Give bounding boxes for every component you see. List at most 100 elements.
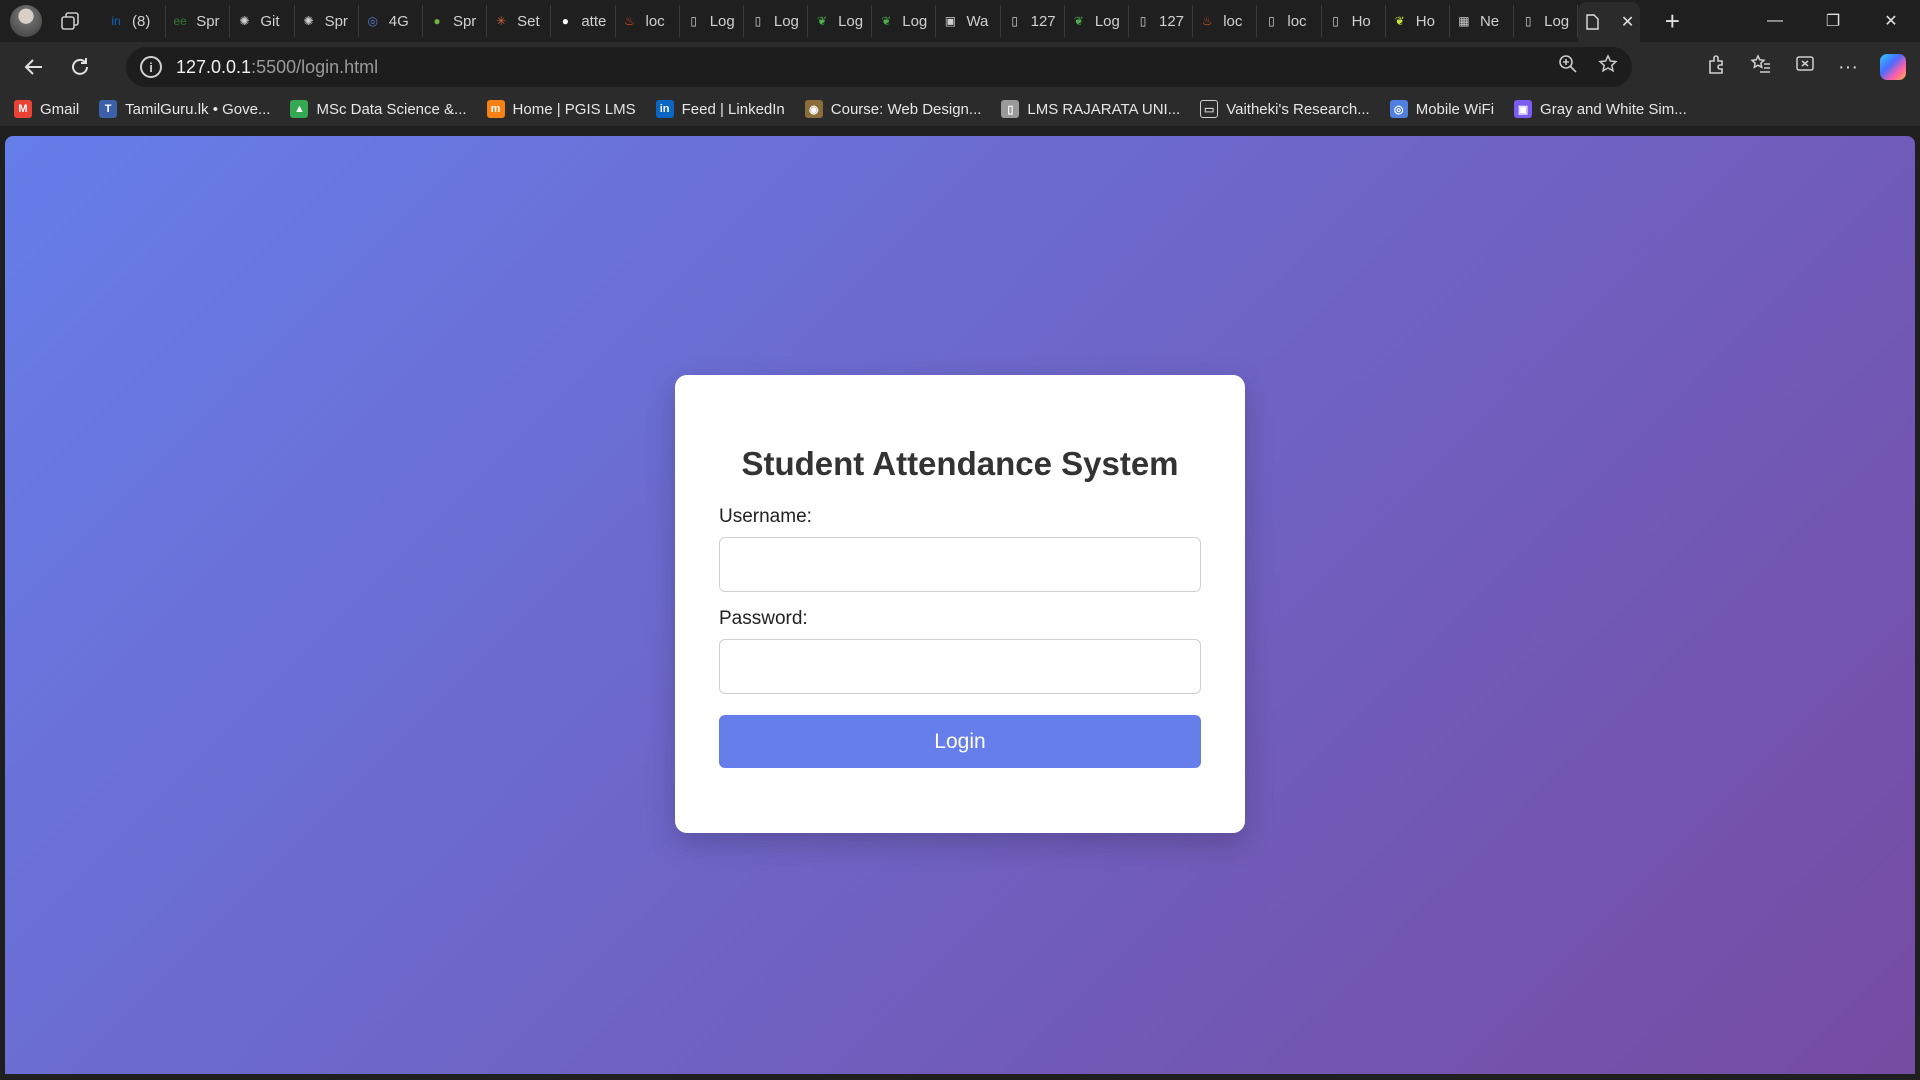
profile-avatar[interactable]: [10, 5, 42, 37]
tab[interactable]: ▯ loc: [1257, 5, 1322, 37]
tab[interactable]: ▯ Log: [744, 5, 809, 37]
document-icon: ▯: [1001, 100, 1020, 118]
tab-label: Spr: [324, 12, 348, 30]
claude-asterisk-icon: ✳: [496, 14, 507, 28]
tab-label: Log: [709, 12, 735, 30]
tab-label: Log: [1094, 12, 1120, 30]
tab[interactable]: ▯ 127: [1001, 5, 1065, 37]
spring-leaf-icon: ●: [433, 14, 441, 28]
favorite-star-icon[interactable]: [1598, 54, 1618, 80]
university-crest-icon: ◉: [804, 100, 823, 118]
edge-circle-icon: ◎: [367, 14, 378, 28]
bookmark-item[interactable]: ▲ MSc Data Science &...: [290, 100, 467, 118]
tab-label: loc: [1287, 12, 1307, 30]
copilot-icon[interactable]: [1880, 54, 1906, 80]
toolbar-right: ···: [1706, 47, 1906, 87]
openai-icon: ✺: [303, 14, 314, 28]
address-bar-actions: [1558, 54, 1618, 80]
mongodb-leaf-icon: ❦: [1394, 14, 1405, 28]
tab-label: Log: [838, 12, 864, 30]
tab[interactable]: ◎ 4G: [359, 5, 423, 37]
tab[interactable]: ♨ loc: [616, 5, 680, 37]
tab[interactable]: ● Spr: [423, 5, 488, 37]
navigation-toolbar: i 127.0.0.1 :5500/login.html ···: [0, 42, 1920, 92]
tab-list: in (8) ee Spr ✺ Git ✺ Spr ◎ 4G ● Spr ✳ Set ● atte ♨ loc ▯ L…: [102, 0, 1579, 42]
mongodb-leaf-icon: ❦: [1073, 14, 1084, 28]
password-label: Password:: [719, 608, 808, 629]
tab-label: Spr: [452, 12, 477, 30]
bookmark-label: TamilGuru.lk • Gove...: [125, 100, 271, 118]
bookmark-label: LMS RAJARATA UNI...: [1027, 100, 1181, 118]
screenshot-icon[interactable]: [1794, 53, 1816, 81]
url-host: 127.0.0.1: [176, 56, 252, 77]
window-controls: — ❐ ✕: [1746, 0, 1920, 42]
bookmark-label: MSc Data Science &...: [316, 100, 467, 118]
close-window-button[interactable]: ✕: [1862, 0, 1920, 42]
login-button[interactable]: Login: [719, 715, 1201, 768]
minimize-button[interactable]: —: [1746, 0, 1804, 42]
tab-active[interactable]: ✕: [1578, 2, 1641, 42]
back-button[interactable]: [14, 47, 54, 87]
tab[interactable]: ▣ Wa: [936, 5, 1001, 37]
refresh-icon: [72, 58, 88, 75]
document-icon: ▯: [1332, 14, 1339, 28]
tab[interactable]: ❦ Log: [872, 5, 937, 37]
github-icon: ●: [561, 14, 569, 28]
bookmark-label: Gray and White Sim...: [1540, 100, 1687, 118]
bookmark-item[interactable]: in Feed | LinkedIn: [655, 100, 785, 118]
tab-label: Log: [902, 12, 928, 30]
bookmark-item[interactable]: M Gmail: [14, 100, 79, 118]
site-info-icon[interactable]: i: [140, 56, 162, 78]
tab-label: atte: [581, 12, 607, 30]
more-menu-icon[interactable]: ···: [1838, 56, 1858, 79]
tab[interactable]: ❦ Log: [1065, 5, 1129, 37]
favorites-icon[interactable]: [1750, 53, 1772, 81]
bookmark-item[interactable]: ◉ Course: Web Design...: [804, 100, 981, 118]
close-tab-icon[interactable]: ✕: [1621, 12, 1634, 32]
workspaces-icon[interactable]: [56, 7, 84, 35]
tab-label: Log: [1544, 12, 1570, 30]
bookmark-item[interactable]: ▭ Vaitheki's Research...: [1200, 100, 1370, 118]
tab[interactable]: ee Spr: [166, 5, 231, 37]
tab[interactable]: ✺ Spr: [295, 5, 359, 37]
tab-label: loc: [645, 12, 665, 30]
browser-window: in (8) ee Spr ✺ Git ✺ Spr ◎ 4G ● Spr ✳ Set ● atte ♨ loc ▯ L…: [0, 0, 1920, 1080]
tab[interactable]: ♨ loc: [1193, 5, 1258, 37]
tab[interactable]: ▯ 127: [1129, 5, 1194, 37]
bookmark-label: Feed | LinkedIn: [681, 100, 785, 118]
refresh-button[interactable]: [60, 47, 100, 87]
linkedin-icon: in: [111, 14, 121, 28]
bookmark-label: Home | PGIS LMS: [512, 100, 636, 118]
document-error-icon: ▯: [1011, 14, 1018, 28]
zoom-icon[interactable]: [1558, 54, 1578, 80]
bookmark-item[interactable]: ▯ LMS RAJARATA UNI...: [1001, 100, 1180, 118]
bookmark-item[interactable]: ▣ Gray and White Sim...: [1514, 100, 1687, 118]
restore-button[interactable]: ❐: [1804, 0, 1862, 42]
tab[interactable]: ▯ Ho: [1322, 5, 1386, 37]
new-tab-button[interactable]: +: [1654, 6, 1690, 37]
password-field[interactable]: [719, 639, 1201, 694]
tab[interactable]: ❦ Ho: [1386, 5, 1450, 37]
canva-icon: ▣: [1514, 100, 1533, 118]
page-viewport: Student Attendance System Username: Pass…: [5, 136, 1915, 1074]
tab[interactable]: ● atte: [551, 5, 616, 37]
tab[interactable]: ▯ Log: [1514, 5, 1579, 37]
bookmark-item[interactable]: ◎ Mobile WiFi: [1389, 100, 1494, 118]
tab[interactable]: ✺ Git: [230, 5, 295, 37]
tab-label: loc: [1223, 12, 1243, 30]
tab-label: Git: [260, 12, 280, 30]
tab[interactable]: ▦ Ne: [1450, 5, 1515, 37]
username-field[interactable]: [719, 537, 1201, 592]
tab[interactable]: in (8): [102, 5, 167, 37]
tab[interactable]: ▯ Log: [680, 5, 744, 37]
bookmark-item[interactable]: T TamilGuru.lk • Gove...: [99, 100, 270, 118]
tab[interactable]: ✳ Set: [487, 5, 552, 37]
address-bar[interactable]: i 127.0.0.1 :5500/login.html: [126, 47, 1632, 87]
tab[interactable]: ❦ Log: [808, 5, 873, 37]
folder-icon: ▭: [1200, 100, 1219, 118]
bookmark-item[interactable]: m Home | PGIS LMS: [486, 100, 636, 118]
document-icon: ▯: [1524, 14, 1532, 28]
extensions-icon[interactable]: [1706, 53, 1728, 81]
gmail-icon: M: [14, 100, 32, 118]
flame-icon: ♨: [624, 14, 635, 28]
